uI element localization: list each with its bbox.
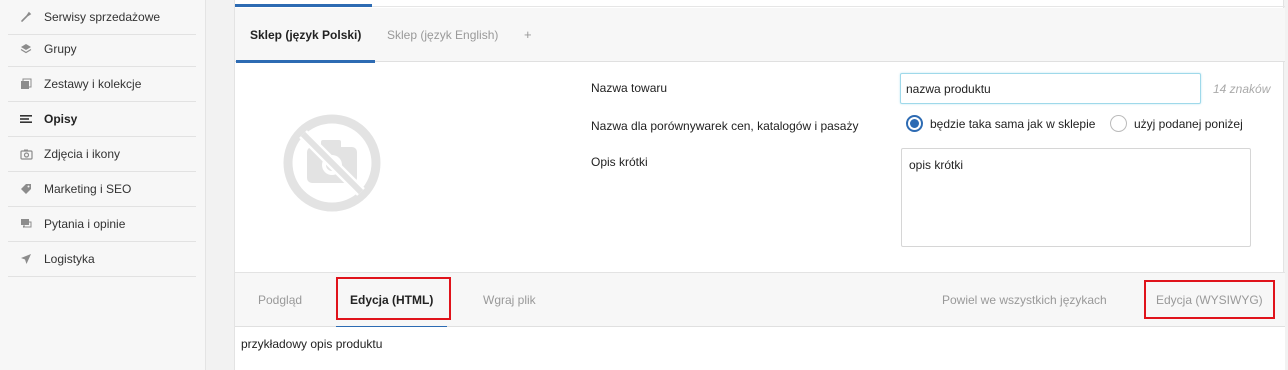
- send-icon: [8, 253, 44, 265]
- radio-use-custom[interactable]: użyj podanej poniżej: [1110, 115, 1243, 132]
- html-editor[interactable]: przykładowy opis produktu: [235, 327, 1285, 370]
- repeat-in-all-languages-button[interactable]: Powiel we wszystkich językach: [942, 273, 1107, 328]
- sidebar-item-marketing-seo[interactable]: Marketing i SEO: [8, 172, 196, 207]
- radio-label: będzie taka sama jak w sklepie: [930, 116, 1096, 131]
- sidebar: Serwisy sprzedażowe Grupy Zestawy i kole…: [0, 0, 206, 370]
- sidebar-item-photos-icons[interactable]: Zdjęcia i ikony: [8, 137, 196, 172]
- add-language-tab-button[interactable]: +: [524, 8, 532, 62]
- align-left-icon: [8, 113, 44, 125]
- sidebar-item-label: Serwisy sprzedażowe: [44, 10, 161, 24]
- sidebar-item-label: Zdjęcia i ikony: [44, 147, 121, 161]
- sidebar-item-label: Grupy: [44, 42, 77, 56]
- sidebar-item-sets-collections[interactable]: Zestawy i kolekcje: [8, 67, 196, 102]
- sidebar-item-groups[interactable]: Grupy: [8, 32, 196, 67]
- highlight-box: [336, 277, 451, 320]
- sidebar-item-logistics[interactable]: Logistyka: [8, 242, 196, 277]
- collection-icon: [8, 78, 44, 90]
- tab-preview[interactable]: Podgląd: [258, 273, 302, 328]
- short-description-label: Opis krótki: [591, 155, 648, 169]
- tab-language-polish[interactable]: Sklep (język Polski): [235, 8, 376, 63]
- sidebar-item-label: Marketing i SEO: [44, 182, 132, 196]
- highlight-box: [1144, 280, 1275, 319]
- divider: [235, 6, 1285, 7]
- language-tabs: Sklep (język Polski) Sklep (język Englis…: [235, 8, 1285, 63]
- product-name-input[interactable]: [900, 73, 1201, 104]
- chat-icon: [8, 218, 44, 230]
- radio-label: użyj podanej poniżej: [1134, 116, 1243, 131]
- sidebar-item-label: Logistyka: [44, 252, 95, 266]
- product-description-panel: Sklep (język Polski) Sklep (język Englis…: [234, 0, 1285, 370]
- short-description-textarea[interactable]: opis krótki: [901, 148, 1251, 247]
- product-name-label: Nazwa towaru: [591, 81, 668, 95]
- no-photo-icon: [283, 114, 381, 212]
- radio-same-as-shop[interactable]: będzie taka sama jak w sklepie: [906, 115, 1095, 132]
- camera-icon: [8, 148, 44, 160]
- tab-language-english[interactable]: Sklep (język English): [387, 8, 498, 62]
- tag-icon: [8, 183, 44, 195]
- radio-button[interactable]: [1110, 115, 1127, 132]
- wrench-icon: [8, 11, 44, 23]
- sidebar-item-descriptions[interactable]: Opisy: [8, 102, 196, 137]
- layers-icon: [8, 43, 44, 55]
- sidebar-item-sales-services[interactable]: Serwisy sprzedażowe: [8, 0, 196, 35]
- sidebar-item-label: Zestawy i kolekcje: [44, 77, 142, 91]
- comparison-name-label: Nazwa dla porównywarek cen, katalogów i …: [591, 119, 859, 133]
- sidebar-item-label: Opisy: [44, 112, 78, 126]
- character-count: 14 znaków: [1213, 82, 1271, 96]
- tab-upload-file[interactable]: Wgraj plik: [483, 273, 536, 328]
- sidebar-item-label: Pytania i opinie: [44, 217, 126, 231]
- radio-button-checked[interactable]: [906, 115, 923, 132]
- editor-content: przykładowy opis produktu: [241, 337, 383, 351]
- active-indicator: [235, 4, 372, 7]
- sidebar-item-questions-reviews[interactable]: Pytania i opinie: [8, 207, 196, 242]
